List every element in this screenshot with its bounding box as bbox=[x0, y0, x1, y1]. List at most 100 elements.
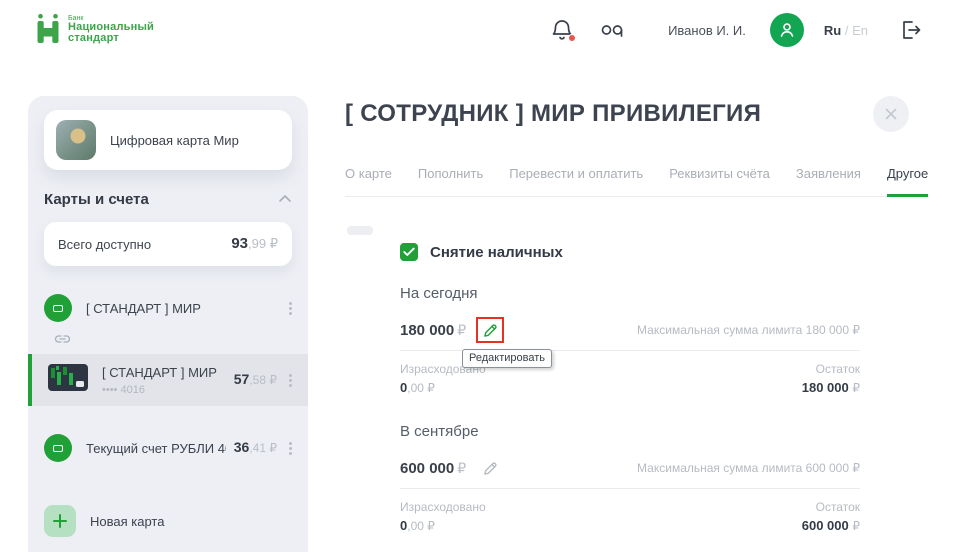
close-icon[interactable] bbox=[873, 96, 909, 132]
max-limit-label: Максимальная сумма лимита 600 000 ₽ bbox=[637, 461, 860, 475]
max-limit-label: Максимальная сумма лимита 180 000 ₽ bbox=[637, 323, 860, 337]
limit-section-today: На сегодня 180 000₽ Максимальная сумма л… bbox=[400, 285, 860, 395]
header-actions: Иванов И. И. Ru / En bbox=[550, 13, 922, 47]
cash-withdrawal-row: Снятие наличных bbox=[400, 243, 860, 261]
limit-amount-row: 180 000₽ Максимальная сумма лимита 180 0… bbox=[400, 316, 860, 344]
rest-int: 600 000 bbox=[802, 518, 849, 533]
limit-amount-value: 600 000 bbox=[400, 460, 454, 477]
edit-pencil-icon[interactable] bbox=[476, 455, 504, 481]
mini-card-glyph bbox=[53, 305, 63, 312]
divider bbox=[400, 488, 860, 489]
amount-frac: ,99 ₽ bbox=[248, 236, 278, 251]
amount-int: 57 bbox=[234, 371, 250, 387]
rest-cur: ₽ bbox=[852, 381, 860, 395]
limit-amount: 600 000₽ bbox=[400, 460, 466, 477]
rest-value: 180 000 ₽ bbox=[802, 380, 860, 395]
rest-label: Остаток bbox=[802, 362, 860, 376]
account-name: Текущий счет РУБЛИ 40 bbox=[86, 441, 226, 456]
card-row-standart-mir-4016-selected[interactable]: [ СТАНДАРТ ] МИР •••• 4016 57,58 ₽ bbox=[28, 354, 308, 406]
tab-o-karte[interactable]: О карте bbox=[345, 166, 392, 197]
rest-block: Остаток 600 000 ₽ bbox=[802, 500, 860, 533]
amount-frac: ,58 ₽ bbox=[249, 373, 277, 387]
top-header: Банк Национальный стандарт Иванов И. И. bbox=[0, 0, 960, 60]
linked-card-row bbox=[28, 332, 308, 350]
tab-drugoe-active[interactable]: Другое bbox=[887, 166, 928, 197]
limit-section-september: В сентябре 600 000₽ Максимальная сумма л… bbox=[400, 423, 860, 533]
kebab-menu-icon[interactable] bbox=[287, 440, 294, 457]
spent-frac: ,00 ₽ bbox=[407, 519, 435, 533]
card-info: [ СТАНДАРТ ] МИР •••• 4016 bbox=[102, 364, 217, 396]
language-switcher: Ru / En bbox=[824, 23, 868, 38]
lang-en[interactable]: En bbox=[852, 23, 868, 38]
total-available-card: Всего доступно 93,99 ₽ bbox=[44, 222, 292, 266]
amount-int: 93 bbox=[231, 235, 248, 252]
period-label: На сегодня bbox=[400, 285, 860, 302]
limit-amount-row: 600 000₽ Максимальная сумма лимита 600 0… bbox=[400, 454, 860, 482]
spent-label: Израсходовано bbox=[400, 500, 486, 514]
rest-value: 600 000 ₽ bbox=[802, 518, 860, 533]
user-avatar[interactable] bbox=[770, 13, 804, 47]
account-circle-icon bbox=[44, 434, 72, 462]
digital-card-label: Цифровая карта Мир bbox=[110, 133, 239, 148]
new-card-button[interactable]: Новая карта bbox=[28, 504, 308, 538]
cash-withdrawal-label: Снятие наличных bbox=[430, 244, 563, 261]
limit-amount: 180 000₽ bbox=[400, 322, 466, 339]
total-available-label: Всего доступно bbox=[58, 237, 151, 252]
new-card-label: Новая карта bbox=[90, 514, 164, 529]
scroll-indicator bbox=[347, 226, 373, 235]
bank-logo[interactable]: Банк Национальный стандарт bbox=[36, 13, 154, 48]
lang-separator: / bbox=[845, 23, 849, 38]
tab-zayavleniya[interactable]: Заявления bbox=[796, 166, 861, 197]
card-number-masked: •••• 4016 bbox=[102, 384, 217, 396]
account-row-current-rub[interactable]: Текущий счет РУБЛИ 40 36,41 ₽ bbox=[28, 422, 308, 474]
tab-popolnit[interactable]: Пополнить bbox=[418, 166, 483, 197]
total-available-amount: 93,99 ₽ bbox=[231, 235, 278, 253]
card-detail-panel: [ СОТРУДНИК ] МИР ПРИВИЛЕГИЯ О карте Поп… bbox=[345, 100, 920, 533]
rest-cur: ₽ bbox=[852, 519, 860, 533]
tab-perevesti-i-oplatit[interactable]: Перевести и оплатить bbox=[509, 166, 643, 197]
kebab-menu-icon[interactable] bbox=[287, 372, 294, 389]
logout-icon[interactable] bbox=[898, 18, 922, 42]
period-label: В сентябре bbox=[400, 423, 860, 440]
spent-block: Израсходовано 0,00 ₽ bbox=[400, 500, 486, 533]
limits-content: Снятие наличных На сегодня 180 000₽ Макс… bbox=[400, 243, 860, 533]
page-title: [ СОТРУДНИК ] МИР ПРИВИЛЕГИЯ bbox=[345, 100, 761, 128]
rest-label: Остаток bbox=[802, 500, 860, 514]
rest-block: Остаток 180 000 ₽ bbox=[802, 362, 860, 395]
bank-name-line2: стандарт bbox=[68, 33, 154, 45]
limit-amount-value: 180 000 bbox=[400, 322, 454, 339]
support-headset-icon[interactable] bbox=[600, 20, 626, 40]
rest-int: 180 000 bbox=[802, 380, 849, 395]
notifications-bell-icon[interactable] bbox=[550, 17, 574, 43]
notification-badge bbox=[568, 34, 576, 42]
edit-pencil-icon[interactable] bbox=[476, 317, 504, 343]
bank-logo-icon bbox=[36, 13, 60, 48]
amount-int: 36 bbox=[234, 439, 250, 455]
spent-value: 0,00 ₽ bbox=[400, 518, 486, 533]
checkbox-checked-icon[interactable] bbox=[400, 243, 418, 261]
cards-accounts-heading: Карты и счета bbox=[44, 190, 292, 208]
card-thumbnail bbox=[48, 364, 88, 396]
card-row-standart-mir[interactable]: [ СТАНДАРТ ] МИР bbox=[28, 284, 308, 332]
ruble-sign: ₽ bbox=[457, 460, 466, 476]
accounts-sidebar: Цифровая карта Мир Карты и счета Всего д… bbox=[28, 96, 308, 552]
spent-frac: ,00 ₽ bbox=[407, 381, 435, 395]
mini-card-glyph bbox=[53, 445, 63, 452]
bank-logo-text: Банк Национальный стандарт bbox=[68, 13, 154, 45]
card-balance: 57,58 ₽ bbox=[234, 371, 277, 389]
lang-ru[interactable]: Ru bbox=[824, 23, 841, 38]
kebab-menu-icon[interactable] bbox=[287, 300, 294, 317]
account-balance: 36,41 ₽ bbox=[234, 439, 277, 457]
user-name[interactable]: Иванов И. И. bbox=[668, 23, 746, 38]
plus-icon bbox=[44, 505, 76, 537]
chevron-up-icon[interactable] bbox=[278, 190, 292, 208]
title-row: [ СОТРУДНИК ] МИР ПРИВИЛЕГИЯ bbox=[345, 100, 920, 132]
chain-link-icon bbox=[54, 332, 71, 351]
digital-card-banner[interactable]: Цифровая карта Мир bbox=[44, 110, 292, 170]
ruble-sign: ₽ bbox=[457, 322, 466, 338]
card-tabs: О карте Пополнить Перевести и оплатить Р… bbox=[345, 166, 920, 197]
tab-rekvizity-scheta[interactable]: Реквизиты счёта bbox=[669, 166, 770, 197]
card-circle-icon bbox=[44, 294, 72, 322]
edit-tooltip: Редактировать bbox=[462, 349, 552, 368]
cards-accounts-title: Карты и счета bbox=[44, 191, 149, 208]
